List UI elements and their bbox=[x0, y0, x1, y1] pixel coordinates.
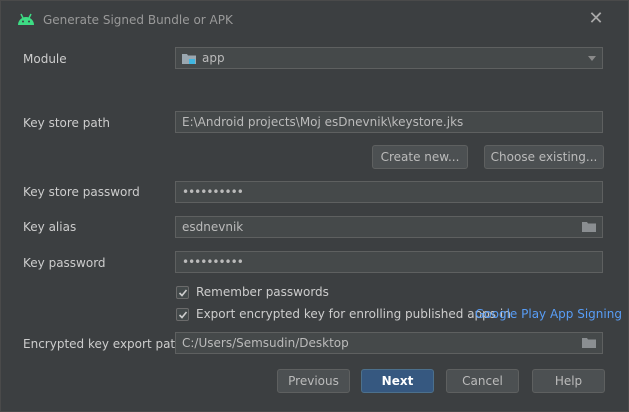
key-store-path-label: Key store path bbox=[23, 116, 111, 130]
export-path-value: C:/Users/Semsudin/Desktop bbox=[182, 336, 349, 350]
key-alias-value: esdnevnik bbox=[182, 220, 244, 234]
remember-passwords-checkbox[interactable] bbox=[176, 286, 189, 299]
folder-icon[interactable] bbox=[582, 337, 596, 349]
checkmark-icon bbox=[178, 311, 188, 319]
export-encrypted-key-checkbox[interactable] bbox=[176, 308, 189, 321]
checkmark-icon bbox=[178, 289, 188, 297]
key-store-password-input[interactable]: •••••••••• bbox=[175, 181, 603, 203]
module-dropdown[interactable]: app bbox=[175, 47, 603, 69]
module-folder-icon bbox=[182, 54, 196, 64]
android-icon bbox=[18, 13, 34, 25]
key-alias-input[interactable]: esdnevnik bbox=[175, 216, 603, 238]
cancel-button[interactable]: Cancel bbox=[446, 369, 519, 393]
choose-existing-button[interactable]: Choose existing... bbox=[484, 145, 604, 169]
next-button[interactable]: Next bbox=[361, 369, 434, 393]
help-button[interactable]: Help bbox=[532, 369, 605, 393]
key-store-password-label: Key store password bbox=[23, 185, 140, 199]
title-bar: Generate Signed Bundle or APK ✕ bbox=[1, 1, 628, 39]
key-alias-label: Key alias bbox=[23, 220, 77, 234]
encrypted-key-export-path-label: Encrypted key export path bbox=[23, 337, 183, 351]
previous-button[interactable]: Previous bbox=[277, 369, 350, 393]
key-store-path-input[interactable]: E:\Android projects\Moj esDnevnik\keysto… bbox=[175, 111, 603, 133]
create-new-button[interactable]: Create new... bbox=[372, 145, 468, 169]
key-password-label: Key password bbox=[23, 256, 106, 270]
close-icon[interactable]: ✕ bbox=[586, 9, 606, 29]
chevron-down-icon bbox=[588, 56, 596, 61]
google-play-app-signing-link[interactable]: Google Play App Signing bbox=[475, 307, 622, 321]
module-value: app bbox=[202, 51, 225, 65]
dialog-window: Generate Signed Bundle or APK ✕ Module a… bbox=[0, 0, 629, 412]
encrypted-key-export-path-input[interactable]: C:/Users/Semsudin/Desktop bbox=[175, 332, 603, 354]
folder-icon[interactable] bbox=[582, 221, 596, 233]
export-encrypted-key-label: Export encrypted key for enrolling publi… bbox=[196, 307, 511, 321]
remember-passwords-label: Remember passwords bbox=[196, 285, 329, 299]
dialog-title: Generate Signed Bundle or APK bbox=[43, 13, 233, 27]
key-password-input[interactable]: •••••••••• bbox=[175, 251, 603, 273]
module-label: Module bbox=[23, 52, 67, 66]
